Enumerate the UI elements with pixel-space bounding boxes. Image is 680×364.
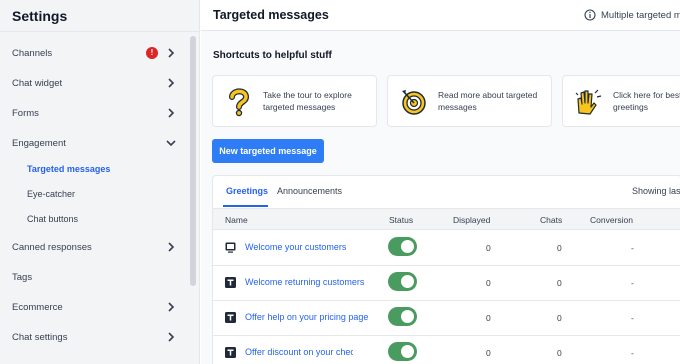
message-name-link[interactable]: Offer help on your pricing page <box>245 312 368 322</box>
displayed-count: 0 <box>486 243 491 253</box>
shortcut-card-greetings[interactable]: Click here for best for greetings <box>562 75 680 127</box>
question-mark-icon <box>229 88 250 117</box>
toggle-knob <box>401 310 414 323</box>
chats-count: 0 <box>557 313 562 323</box>
sidebar-item-forms[interactable]: Forms <box>0 99 190 127</box>
sidebar-item-targeted-messages[interactable]: Targeted messages <box>0 155 190 183</box>
message-name-link[interactable]: Welcome returning customers <box>245 277 364 287</box>
active-tab-indicator <box>223 205 268 207</box>
table-row[interactable]: Offer help on your pricing page 0 0 - <box>213 301 680 336</box>
column-header-displayed[interactable]: Displayed <box>453 215 490 225</box>
showing-label: Showing las <box>632 186 680 196</box>
chats-count: 0 <box>557 278 562 288</box>
chevron-right-icon <box>168 302 175 312</box>
table-row[interactable]: Welcome returning customers 0 0 - <box>213 266 680 301</box>
sidebar-item-chat-settings[interactable]: Chat settings <box>0 323 190 351</box>
sidebar-item-label: Channels <box>12 47 53 59</box>
messages-panel: Greetings Announcements Showing las Name… <box>212 175 680 364</box>
sidebar-item-label: Engagement <box>12 137 66 149</box>
status-toggle[interactable] <box>388 272 417 291</box>
column-header-chats[interactable]: Chats <box>540 215 562 225</box>
chevron-down-icon <box>166 140 176 147</box>
sidebar-item-eye-catcher[interactable]: Eye-catcher <box>0 180 190 208</box>
sidebar-item-canned-responses[interactable]: Canned responses <box>0 233 190 261</box>
waving-hands-icon <box>575 89 602 115</box>
sidebar-item-label: Chat settings <box>12 331 68 343</box>
shortcut-card-text: Click here for best for greetings <box>613 90 680 112</box>
sidebar-item-channels[interactable]: Channels ! <box>0 39 190 67</box>
chevron-right-icon <box>168 108 175 118</box>
chevron-right-icon <box>168 332 175 342</box>
shortcut-card-read-more[interactable]: Read more about targeted messages <box>387 75 552 127</box>
chevron-right-icon <box>168 242 175 252</box>
settings-sidebar: Settings Channels ! Chat widget Forms En… <box>0 0 200 364</box>
toggle-knob <box>401 345 414 358</box>
sidebar-item-ecommerce[interactable]: Ecommerce <box>0 293 190 321</box>
page-header: Targeted messages Multiple targeted m <box>201 0 680 31</box>
chevron-right-icon <box>168 78 175 88</box>
sidebar-item-label: Ecommerce <box>12 301 63 313</box>
target-icon <box>402 90 426 115</box>
column-header-name[interactable]: Name <box>225 215 248 225</box>
conversion-value: - <box>631 278 634 288</box>
status-toggle[interactable] <box>388 237 417 256</box>
sidebar-item-label: Targeted messages <box>27 164 111 174</box>
chevron-right-icon <box>168 48 175 58</box>
tab-greetings[interactable]: Greetings <box>226 186 268 196</box>
sidebar-item-chat-widget[interactable]: Chat widget <box>0 69 190 97</box>
tab-announcements[interactable]: Announcements <box>277 186 342 196</box>
sidebar-divider <box>0 31 200 32</box>
message-name-link[interactable]: Welcome your customers <box>245 242 346 252</box>
sidebar-item-label: Chat widget <box>12 77 63 89</box>
toggle-knob <box>401 240 414 253</box>
sidebar-scrollbar[interactable] <box>190 36 196 286</box>
status-toggle[interactable] <box>388 307 417 326</box>
column-header-status[interactable]: Status <box>389 215 413 225</box>
sidebar-item-label: Canned responses <box>12 241 92 253</box>
sidebar-item-label: Chat buttons <box>27 214 79 224</box>
conversion-value: - <box>631 243 634 253</box>
chats-count: 0 <box>557 243 562 253</box>
text-icon <box>225 277 236 288</box>
sidebar-title: Settings <box>12 8 68 24</box>
table-row[interactable]: Welcome your customers 0 0 - <box>213 231 680 266</box>
sidebar-item-tags[interactable]: Tags <box>0 263 190 291</box>
new-targeted-message-button[interactable]: New targeted message <box>212 139 324 163</box>
displayed-count: 0 <box>486 348 491 358</box>
shortcuts-title: Shortcuts to helpful stuff <box>213 50 332 61</box>
alert-badge: ! <box>146 47 158 59</box>
sidebar-item-label: Tags <box>12 271 33 283</box>
conversion-value: - <box>631 313 634 323</box>
main-content: Targeted messages Multiple targeted m Sh… <box>201 0 680 364</box>
sidebar-item-chat-buttons[interactable]: Chat buttons <box>0 205 190 233</box>
sidebar-item-label: Forms <box>12 107 39 119</box>
sidebar-item-engagement[interactable]: Engagement <box>0 129 190 157</box>
message-name-link[interactable]: Offer discount on your checkout pa <box>245 347 353 357</box>
chats-count: 0 <box>557 348 562 358</box>
toggle-knob <box>401 275 414 288</box>
shortcut-card-tour[interactable]: Take the tour to explore targeted messag… <box>212 75 377 127</box>
sidebar-item-label: Eye-catcher <box>27 189 76 199</box>
page-title: Targeted messages <box>213 8 329 22</box>
text-icon <box>225 312 236 323</box>
shortcut-card-text: Take the tour to explore targeted messag… <box>263 90 352 112</box>
table-header: Name Status Displayed Chats Conversion <box>213 208 680 230</box>
column-header-conversion[interactable]: Conversion <box>590 215 633 225</box>
conversion-value: - <box>631 348 634 358</box>
info-icon[interactable] <box>584 9 596 21</box>
multiple-targeted-label: Multiple targeted m <box>601 10 680 21</box>
shortcut-card-text: Read more about targeted messages <box>438 90 538 112</box>
displayed-count: 0 <box>486 278 491 288</box>
monitor-icon <box>225 242 236 253</box>
text-icon <box>225 347 236 358</box>
table-row[interactable]: Offer discount on your checkout pa 0 0 - <box>213 336 680 364</box>
status-toggle[interactable] <box>388 342 417 361</box>
displayed-count: 0 <box>486 313 491 323</box>
